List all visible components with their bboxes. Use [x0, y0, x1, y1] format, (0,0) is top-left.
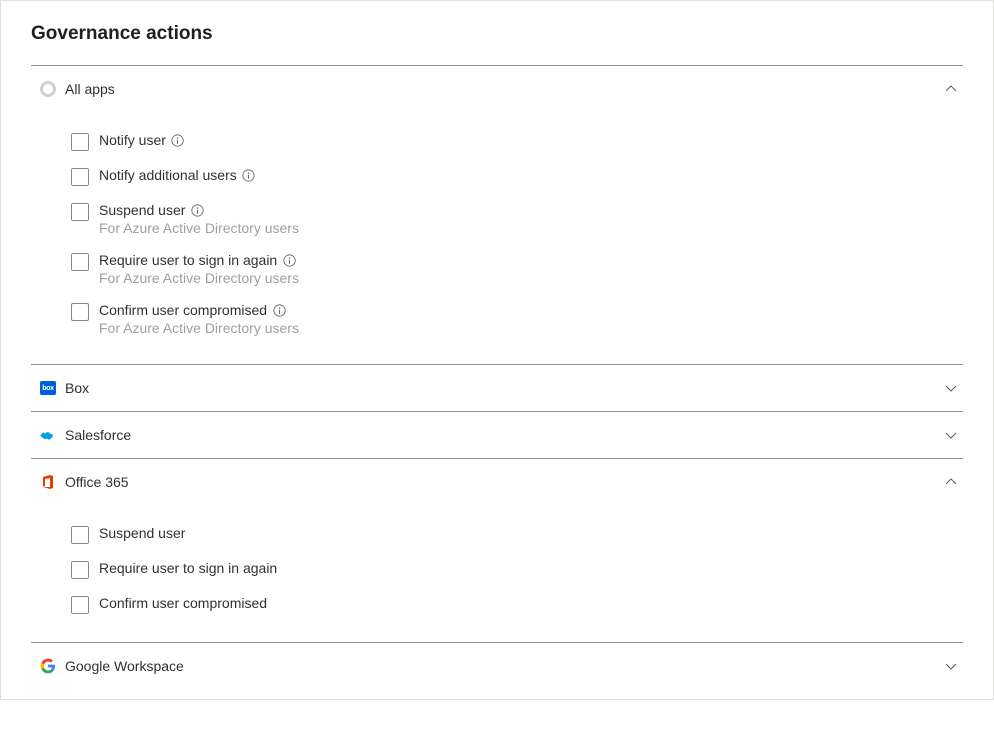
checkbox-suspend-user[interactable] — [71, 526, 89, 544]
info-icon[interactable] — [282, 253, 296, 267]
action-label: Suspend user — [99, 202, 185, 218]
action-label: Require user to sign in again — [99, 560, 277, 576]
action-label: Notify additional users — [99, 167, 237, 183]
section-body-office365: Suspend user Require user to sign in aga… — [31, 505, 963, 642]
info-icon[interactable] — [171, 133, 185, 147]
action-require-signin: Require user to sign in again For Azure … — [71, 244, 963, 294]
box-icon: box — [39, 379, 57, 397]
section-header-salesforce[interactable]: Salesforce — [31, 412, 963, 458]
action-confirm-compromised: Confirm user compromised For Azure Activ… — [71, 294, 963, 344]
action-subtext: For Azure Active Directory users — [99, 320, 299, 336]
section-header-box[interactable]: box Box — [31, 365, 963, 411]
checkbox-notify-user[interactable] — [71, 133, 89, 151]
info-icon[interactable] — [242, 168, 256, 182]
chevron-down-icon — [943, 380, 959, 396]
section-google: Google Workspace — [31, 643, 963, 689]
chevron-down-icon — [943, 427, 959, 443]
action-label: Notify user — [99, 132, 166, 148]
action-label: Confirm user compromised — [99, 302, 267, 318]
section-title-label: Box — [65, 380, 943, 396]
office365-icon — [39, 473, 57, 491]
section-body-all-apps: Notify user Notify additional users — [31, 112, 963, 364]
info-icon[interactable] — [190, 203, 204, 217]
action-label: Require user to sign in again — [99, 252, 277, 268]
section-title-label: Office 365 — [65, 474, 943, 490]
section-title-label: All apps — [65, 81, 943, 97]
info-icon[interactable] — [272, 303, 286, 317]
section-office365: Office 365 Suspend user Require user to … — [31, 459, 963, 643]
section-title-label: Google Workspace — [65, 658, 943, 674]
checkbox-confirm-compromised[interactable] — [71, 596, 89, 614]
section-header-all-apps[interactable]: All apps — [31, 66, 963, 112]
chevron-down-icon — [943, 658, 959, 674]
checkbox-suspend-user[interactable] — [71, 203, 89, 221]
action-label: Suspend user — [99, 525, 185, 541]
section-all-apps: All apps Notify user — [31, 66, 963, 365]
action-require-signin: Require user to sign in again — [71, 552, 963, 587]
chevron-up-icon — [943, 474, 959, 490]
action-confirm-compromised: Confirm user compromised — [71, 587, 963, 622]
checkbox-require-signin[interactable] — [71, 561, 89, 579]
action-notify-user: Notify user — [71, 124, 963, 159]
checkbox-require-signin[interactable] — [71, 253, 89, 271]
action-suspend-user: Suspend user For Azure Active Directory … — [71, 194, 963, 244]
page-title: Governance actions — [31, 23, 963, 45]
action-subtext: For Azure Active Directory users — [99, 220, 299, 236]
action-suspend-user: Suspend user — [71, 517, 963, 552]
section-salesforce: Salesforce — [31, 412, 963, 459]
action-notify-additional-users: Notify additional users — [71, 159, 963, 194]
google-icon — [39, 657, 57, 675]
chevron-up-icon — [943, 81, 959, 97]
checkbox-notify-additional-users[interactable] — [71, 168, 89, 186]
section-title-label: Salesforce — [65, 427, 943, 443]
checkbox-confirm-compromised[interactable] — [71, 303, 89, 321]
all-apps-icon — [39, 80, 57, 98]
salesforce-icon — [39, 426, 57, 444]
action-subtext: For Azure Active Directory users — [99, 270, 299, 286]
governance-panel: Governance actions All apps Notify user — [0, 0, 994, 700]
section-header-google[interactable]: Google Workspace — [31, 643, 963, 689]
action-label: Confirm user compromised — [99, 595, 267, 611]
section-box: box Box — [31, 365, 963, 412]
section-header-office365[interactable]: Office 365 — [31, 459, 963, 505]
